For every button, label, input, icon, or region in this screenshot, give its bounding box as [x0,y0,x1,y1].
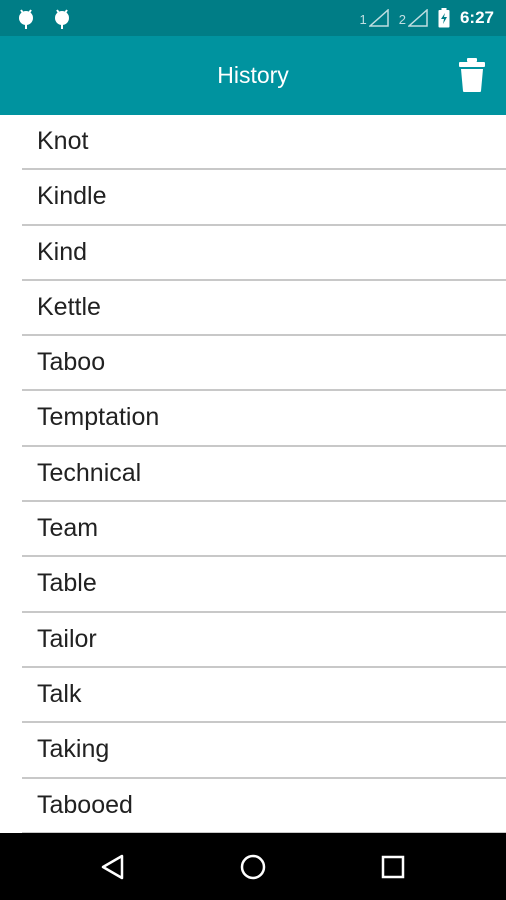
history-item-kind[interactable]: Kind [22,226,506,281]
notification-icons [16,7,72,29]
history-item-table[interactable]: Table [22,557,506,613]
history-item-team[interactable]: Team [22,502,506,558]
sim2-signal: 2 [399,9,428,27]
page-title: History [217,62,289,88]
status-indicators: 1 2 6:27 [360,0,494,36]
history-item-kindle[interactable]: Kindle [22,170,506,226]
history-item-taking[interactable]: Taking [22,723,506,779]
navigation-bar [0,833,506,900]
sim1-signal: 1 [360,9,389,27]
signal-icon [368,9,389,27]
history-item-talk[interactable]: Talk [22,668,506,724]
history-item-tailor[interactable]: Tailor [22,613,506,668]
history-list: Knot Kindle Kind Kettle Taboo Temptation… [0,115,506,833]
history-item-kettle[interactable]: Kettle [22,281,506,337]
android-debug-icon [19,9,33,29]
app-bar: History [0,36,506,115]
battery-charging-icon [438,8,450,28]
recents-square-icon[interactable] [377,851,409,883]
history-item-temptation[interactable]: Temptation [22,391,506,447]
back-triangle-icon[interactable] [97,851,129,883]
android-debug-icon [55,9,69,29]
history-item-tabooed[interactable]: Tabooed [22,779,506,833]
trash-icon[interactable] [458,58,486,92]
status-bar: 1 2 6:27 [0,0,506,36]
sim2-label: 2 [398,12,406,27]
sim1-label: 1 [359,12,367,27]
history-item-technical[interactable]: Technical [22,447,506,503]
home-circle-icon[interactable] [237,851,269,883]
clock: 6:27 [459,8,494,27]
history-item-taboo[interactable]: Taboo [22,336,506,392]
signal-icon [407,9,428,27]
history-item-knot[interactable]: Knot [22,115,506,171]
